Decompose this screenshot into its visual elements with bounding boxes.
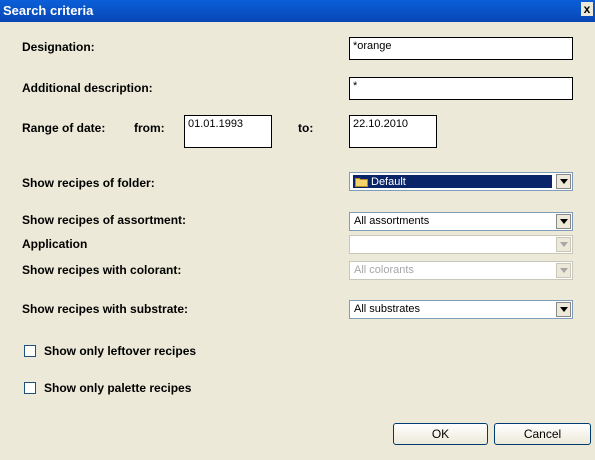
assortment-label: Show recipes of assortment: xyxy=(22,213,187,227)
folder-selected: Default xyxy=(353,175,552,188)
substrate-value: All substrates xyxy=(354,303,421,315)
substrate-dropdown-button[interactable] xyxy=(556,302,571,317)
colorant-dropdown-button xyxy=(556,263,571,278)
designation-label: Designation: xyxy=(22,40,95,54)
application-label: Application xyxy=(22,237,88,251)
assortment-dropdown[interactable]: All assortments xyxy=(349,212,573,231)
additional-description-label: Additional description: xyxy=(22,81,153,95)
palette-checkbox[interactable] xyxy=(24,382,36,394)
chevron-down-icon xyxy=(559,179,568,184)
substrate-dropdown[interactable]: All substrates xyxy=(349,300,573,319)
application-dropdown xyxy=(349,235,573,254)
close-button[interactable]: x xyxy=(581,2,593,16)
assortment-value: All assortments xyxy=(354,215,430,227)
date-to-label: to: xyxy=(298,121,314,135)
leftover-checkbox[interactable] xyxy=(24,345,36,357)
assortment-dropdown-button[interactable] xyxy=(556,214,571,229)
window-title: Search criteria xyxy=(3,3,94,18)
cancel-button[interactable]: Cancel xyxy=(494,423,591,445)
leftover-checkbox-label: Show only leftover recipes xyxy=(44,344,197,358)
colorant-dropdown: All colorants xyxy=(349,261,573,280)
chevron-down-icon xyxy=(559,242,568,247)
substrate-label: Show recipes with substrate: xyxy=(22,302,189,316)
ok-button[interactable]: OK xyxy=(393,423,488,445)
folder-value: Default xyxy=(371,175,406,188)
date-from-label: from: xyxy=(134,121,165,135)
folder-dropdown-button[interactable] xyxy=(556,174,571,189)
palette-checkbox-label: Show only palette recipes xyxy=(44,381,192,395)
chevron-down-icon xyxy=(559,307,568,312)
additional-description-field[interactable]: * xyxy=(349,77,573,100)
colorant-label: Show recipes with colorant: xyxy=(22,263,182,277)
folder-label: Show recipes of folder: xyxy=(22,176,155,190)
title-bar: Search criteria x xyxy=(0,0,595,22)
folder-icon xyxy=(355,177,368,187)
colorant-value: All colorants xyxy=(354,264,414,276)
date-range-label: Range of date: xyxy=(22,121,106,135)
folder-dropdown[interactable]: Default xyxy=(349,172,573,191)
chevron-down-icon xyxy=(559,268,568,273)
date-from-field[interactable]: 01.01.1993 xyxy=(184,115,272,148)
date-to-field[interactable]: 22.10.2010 xyxy=(349,115,437,148)
designation-field[interactable]: *orange xyxy=(349,37,573,60)
application-dropdown-button xyxy=(556,237,571,252)
chevron-down-icon xyxy=(559,219,568,224)
